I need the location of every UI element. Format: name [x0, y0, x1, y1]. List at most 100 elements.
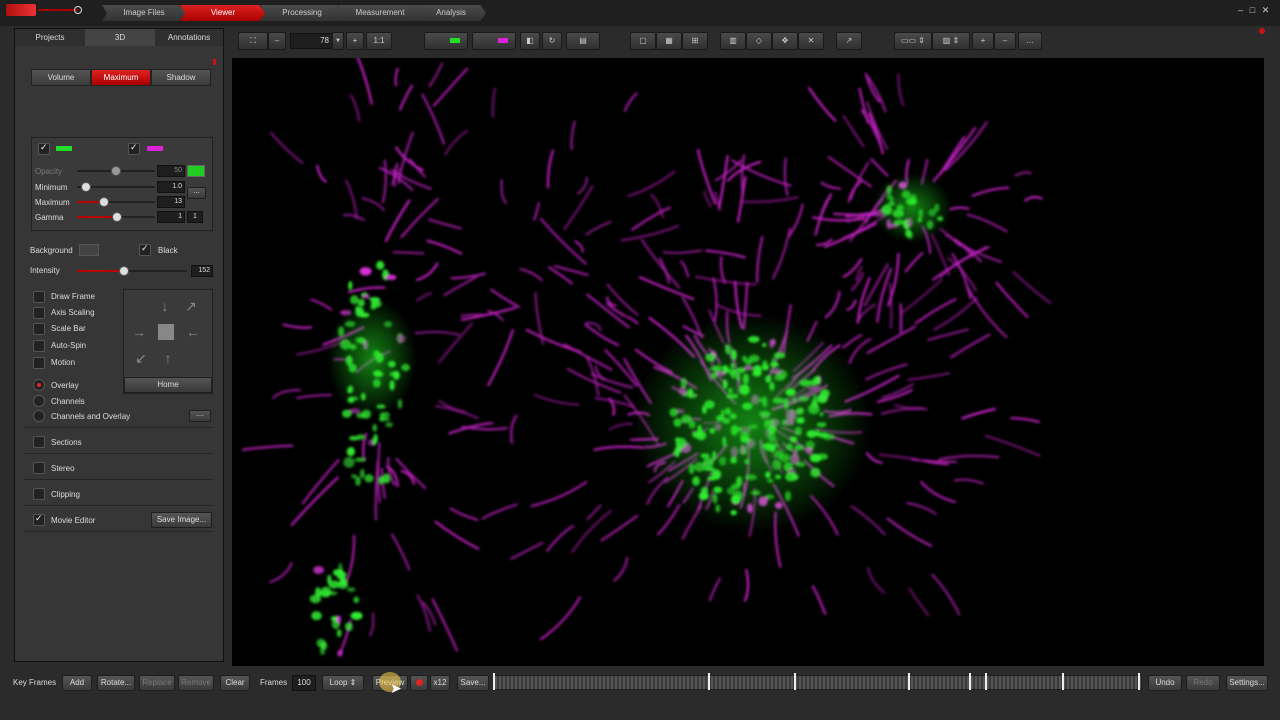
tab-processing[interactable]: Processing [260, 5, 344, 21]
add-icon[interactable]: + [972, 32, 994, 50]
refresh-icon[interactable]: ↻ [542, 32, 562, 50]
arrow-left-icon[interactable]: ← [181, 321, 205, 343]
keyframe-marker[interactable] [969, 673, 971, 690]
view-mode-icon[interactable]: ▥ [720, 32, 746, 50]
tab-projects[interactable]: Projects [15, 29, 85, 46]
save-movie-button[interactable]: Save... [457, 675, 489, 691]
keyframe-marker[interactable] [708, 673, 710, 690]
zoom-one-to-one-button[interactable]: 1:1 [366, 32, 392, 50]
intensity-slider-knob[interactable] [119, 266, 129, 276]
fit-view-button[interactable]: ⛶ [238, 32, 268, 50]
arrow-down-icon[interactable]: ↓ [154, 295, 176, 317]
image-viewer[interactable] [232, 58, 1264, 666]
zoom-in-button[interactable]: + [346, 32, 364, 50]
black-checkbox[interactable] [139, 243, 151, 256]
remove-button[interactable]: Remove [178, 675, 214, 691]
maximum-value[interactable]: 13 [157, 196, 185, 208]
tab-image-files[interactable]: Image Files [102, 5, 186, 21]
keyframe-marker[interactable] [985, 673, 987, 690]
close-button[interactable]: ✕ [1261, 6, 1270, 15]
zoom-value-field[interactable]: 78 [290, 33, 333, 49]
tab-3d[interactable]: 3D [85, 29, 155, 46]
home-button[interactable]: Home [124, 377, 212, 393]
motion-checkbox[interactable] [33, 357, 45, 369]
more-options-icon[interactable]: … [1018, 32, 1042, 50]
display-more-button[interactable]: ... [189, 410, 211, 422]
channel-more-button[interactable]: ... [187, 187, 206, 199]
green-channel-toggle[interactable] [424, 32, 468, 50]
save-image-button[interactable]: Save Image... [151, 512, 212, 528]
maximum-slider-knob[interactable] [99, 197, 109, 207]
remove-icon[interactable]: – [994, 32, 1016, 50]
frames-input[interactable]: 100 [292, 675, 316, 691]
keyframe-marker[interactable] [1062, 673, 1064, 690]
auto-spin-checkbox[interactable] [33, 340, 45, 352]
zoom-out-button[interactable]: – [268, 32, 286, 50]
rotate-diagonal-icon[interactable]: ↗ [180, 295, 202, 317]
settings-button[interactable]: Settings... [1226, 675, 1268, 691]
tab-annotations[interactable]: Annotations [155, 29, 223, 46]
channel-color-button[interactable] [187, 165, 205, 177]
header-slider-track[interactable] [38, 9, 78, 11]
channel-1-checkbox[interactable] [38, 142, 50, 155]
opacity-value[interactable]: 50 [157, 165, 185, 177]
keyframe-marker[interactable] [908, 673, 910, 690]
intensity-value[interactable]: 152 [191, 265, 213, 277]
display-size-dropdown[interactable]: ▭▭ ⇕ [894, 32, 932, 50]
tab-measurement[interactable]: Measurement [338, 5, 422, 21]
3d-view-icon[interactable]: ✥ [772, 32, 798, 50]
redo-button[interactable]: Redo [1186, 675, 1220, 691]
reset-view-icon[interactable] [158, 324, 174, 340]
mode-shadow-button[interactable]: Shadow [151, 69, 211, 86]
keyframe-marker[interactable] [493, 673, 495, 690]
keyframe-timeline[interactable] [494, 675, 1142, 690]
lut-icon[interactable]: ▤ [566, 32, 600, 50]
clipping-checkbox[interactable] [33, 488, 45, 500]
gamma-value-2[interactable]: 1 [187, 211, 203, 223]
movie-editor-checkbox[interactable] [33, 513, 45, 526]
record-button[interactable] [410, 675, 428, 691]
split-view-icon[interactable]: ◧ [520, 32, 540, 50]
rotate-down-left-icon[interactable]: ↙ [130, 347, 152, 369]
rotate-button[interactable]: Rotate... [97, 675, 135, 691]
sections-checkbox[interactable] [33, 436, 45, 448]
minimize-button[interactable]: – [1236, 6, 1245, 15]
minimum-value[interactable]: 1.0 [157, 181, 185, 193]
loop-dropdown[interactable]: Loop ⇕ [322, 675, 364, 691]
overlay-dropdown[interactable]: ▨ ⇕ [932, 32, 970, 50]
replace-button[interactable]: Replace [139, 675, 175, 691]
overlay-radio[interactable] [33, 379, 45, 391]
arrow-up-icon[interactable]: ↑ [157, 347, 179, 369]
tab-analysis[interactable]: Analysis [416, 5, 486, 21]
tab-viewer[interactable]: Viewer [180, 5, 266, 21]
speed-button[interactable]: x12 [430, 675, 450, 691]
axis-scaling-checkbox[interactable] [33, 307, 45, 319]
clear-button[interactable]: Clear [220, 675, 250, 691]
stereo-checkbox[interactable] [33, 462, 45, 474]
gamma-slider-knob[interactable] [112, 212, 122, 222]
minimum-slider-knob[interactable] [81, 182, 91, 192]
layout-single-icon[interactable]: ▢ [630, 32, 656, 50]
export-icon[interactable]: ↗ [836, 32, 862, 50]
channel-2-checkbox[interactable] [128, 142, 140, 155]
undo-button[interactable]: Undo [1148, 675, 1182, 691]
keyframe-marker[interactable] [794, 673, 796, 690]
channels-radio[interactable] [33, 395, 45, 407]
zoom-dropdown-icon[interactable]: ▼ [332, 32, 344, 50]
maximize-button[interactable]: □ [1248, 6, 1257, 15]
mode-maximum-button[interactable]: Maximum [91, 69, 151, 86]
crop-icon[interactable]: ✕ [798, 32, 824, 50]
background-color-button[interactable] [79, 244, 99, 256]
add-keyframe-button[interactable]: Add [62, 675, 92, 691]
scale-bar-checkbox[interactable] [33, 323, 45, 335]
magenta-channel-toggle[interactable] [472, 32, 516, 50]
draw-frame-checkbox[interactable] [33, 291, 45, 303]
gamma-value[interactable]: 1 [157, 211, 185, 223]
ortho-view-icon[interactable]: ◇ [746, 32, 772, 50]
header-slider-knob[interactable] [74, 6, 82, 14]
arrow-right-icon[interactable]: → [127, 321, 151, 343]
channels-and-overlay-radio[interactable] [33, 410, 45, 422]
keyframe-marker[interactable] [1138, 673, 1140, 690]
mode-volume-button[interactable]: Volume [31, 69, 91, 86]
layout-grid-icon[interactable]: ▦ [656, 32, 682, 50]
